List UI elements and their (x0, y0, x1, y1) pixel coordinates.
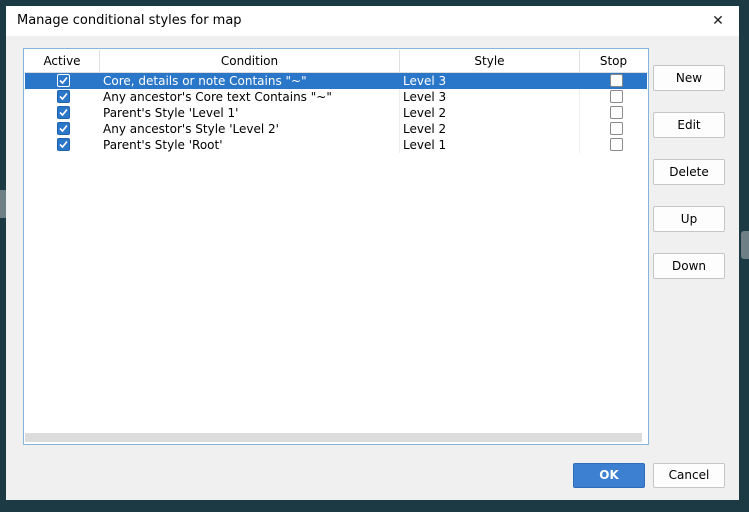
active-checkbox[interactable] (57, 122, 70, 135)
active-cell (25, 73, 100, 89)
active-cell (25, 89, 100, 105)
stop-cell (580, 73, 647, 89)
stop-cell (580, 137, 647, 153)
style-cell: Level 3 (400, 73, 580, 89)
style-cell: Level 1 (400, 137, 580, 153)
stop-cell (580, 89, 647, 105)
condition-cell: Core, details or note Contains "~" (100, 73, 400, 89)
down-button[interactable]: Down (653, 253, 725, 279)
active-cell (25, 105, 100, 121)
table-body: Core, details or note Contains "~" Level… (25, 73, 647, 153)
column-header-active[interactable]: Active (25, 50, 100, 72)
condition-cell: Any ancestor's Style 'Level 2' (100, 121, 400, 137)
style-cell: Level 2 (400, 105, 580, 121)
condition-cell: Parent's Style 'Level 1' (100, 105, 400, 121)
style-cell: Level 2 (400, 121, 580, 137)
condition-cell: Parent's Style 'Root' (100, 137, 400, 153)
delete-button[interactable]: Delete (653, 159, 725, 185)
close-icon[interactable]: ✕ (705, 8, 731, 34)
active-checkbox[interactable] (57, 106, 70, 119)
edit-button[interactable]: Edit (653, 112, 725, 138)
style-cell: Level 3 (400, 89, 580, 105)
stop-checkbox[interactable] (610, 74, 623, 87)
checkmark-icon (59, 92, 68, 101)
column-header-stop[interactable]: Stop (580, 50, 647, 72)
dialog-title: Manage conditional styles for map (17, 13, 242, 28)
active-checkbox[interactable] (57, 138, 70, 151)
ok-button[interactable]: OK (573, 463, 645, 488)
checkmark-icon (59, 108, 68, 117)
table-row[interactable]: Parent's Style 'Root' Level 1 (25, 137, 647, 153)
stop-checkbox[interactable] (610, 138, 623, 151)
horizontal-scrollbar[interactable] (25, 433, 642, 442)
active-cell (25, 137, 100, 153)
checkmark-icon (59, 76, 68, 85)
new-button[interactable]: New (653, 65, 725, 91)
conditions-table: Active Condition Style Stop Core, detail… (23, 48, 649, 445)
conditional-styles-dialog: Manage conditional styles for map ✕ Acti… (6, 6, 739, 500)
table-header: Active Condition Style Stop (25, 50, 647, 73)
title-bar: Manage conditional styles for map ✕ (6, 6, 739, 36)
active-checkbox[interactable] (57, 90, 70, 103)
table-row[interactable]: Any ancestor's Style 'Level 2' Level 2 (25, 121, 647, 137)
up-button[interactable]: Up (653, 206, 725, 232)
column-header-condition[interactable]: Condition (100, 50, 400, 72)
active-checkbox[interactable] (57, 74, 70, 87)
stop-checkbox[interactable] (610, 106, 623, 119)
stop-checkbox[interactable] (610, 122, 623, 135)
background-window-edge-right (741, 231, 749, 259)
checkmark-icon (59, 124, 68, 133)
cancel-button[interactable]: Cancel (653, 463, 725, 488)
table-row[interactable]: Any ancestor's Core text Contains "~" Le… (25, 89, 647, 105)
stop-cell (580, 121, 647, 137)
condition-cell: Any ancestor's Core text Contains "~" (100, 89, 400, 105)
table-row[interactable]: Parent's Style 'Level 1' Level 2 (25, 105, 647, 121)
stop-cell (580, 105, 647, 121)
checkmark-icon (59, 140, 68, 149)
table-row[interactable]: Core, details or note Contains "~" Level… (25, 73, 647, 89)
active-cell (25, 121, 100, 137)
column-header-style[interactable]: Style (400, 50, 580, 72)
stop-checkbox[interactable] (610, 90, 623, 103)
